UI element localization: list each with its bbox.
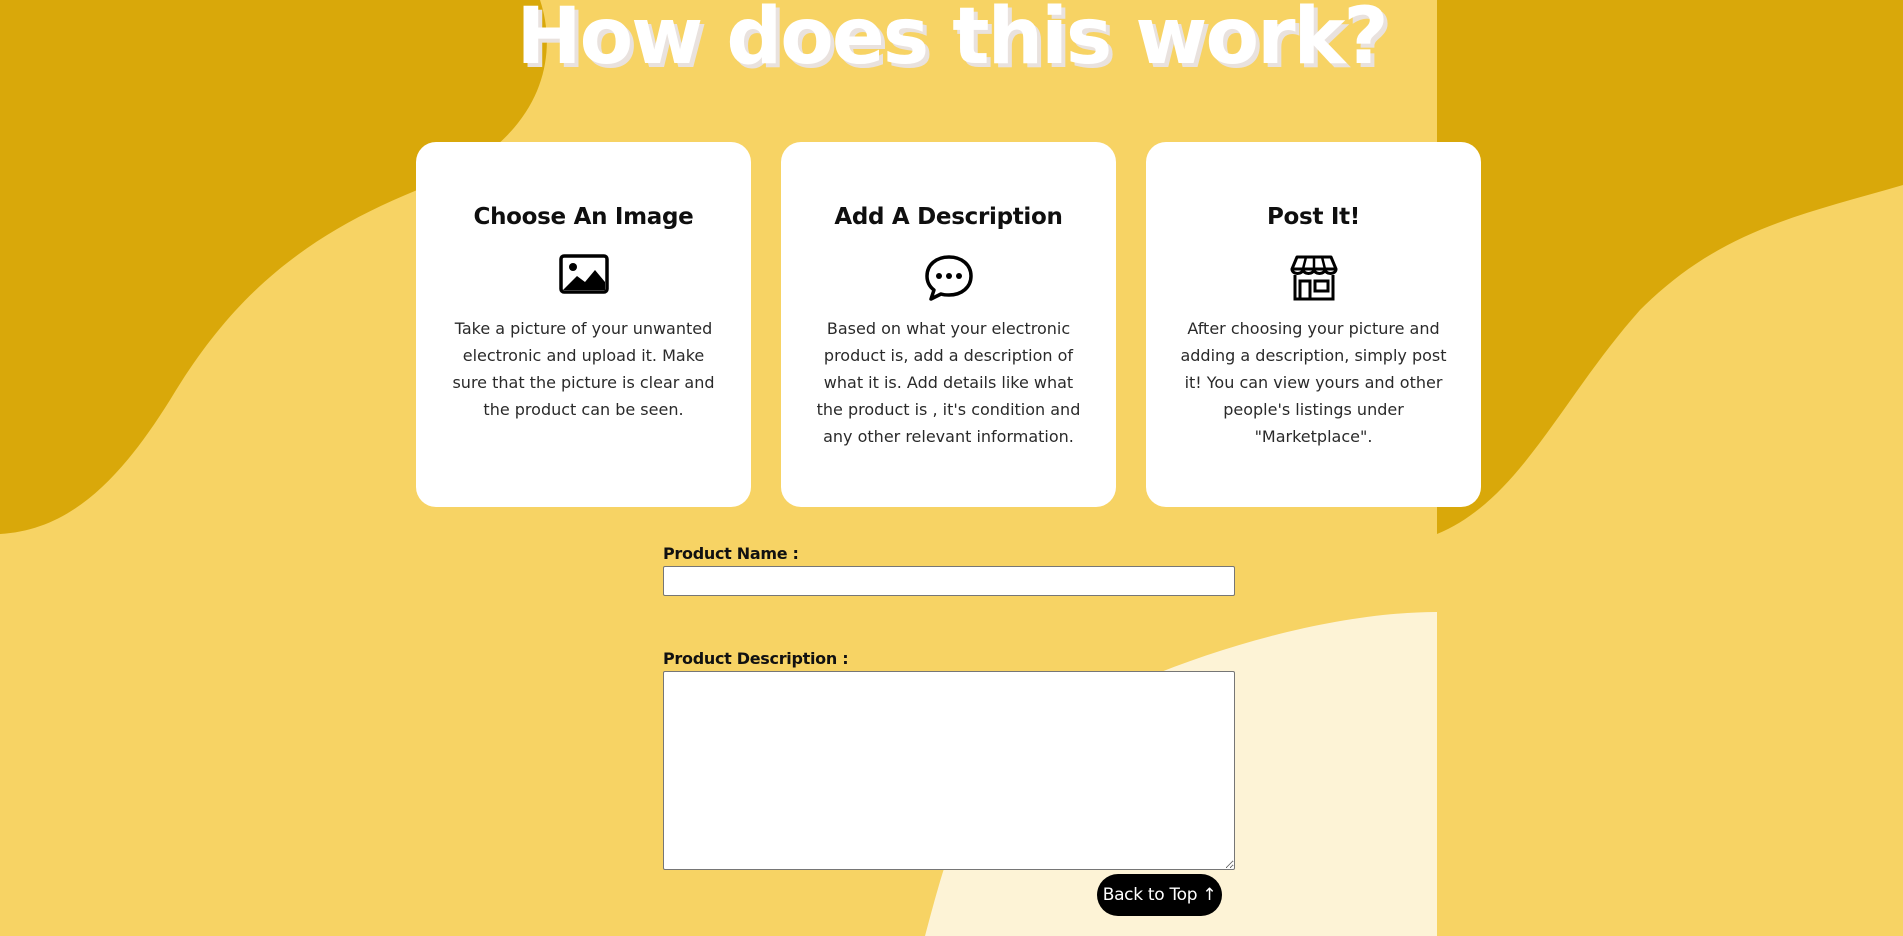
step-title: Post It! [1267, 204, 1360, 230]
product-form: Product Name : Product Description : [663, 542, 1235, 870]
image-icon [446, 254, 721, 302]
right-side-panel [1437, 534, 1903, 936]
step-card-add-description: Add A Description Based on what your ele… [781, 142, 1116, 507]
step-title: Add A Description [834, 204, 1063, 230]
step-description: After choosing your picture and adding a… [1180, 319, 1447, 446]
back-to-top-button[interactable]: Back to Top ↑ [1097, 874, 1222, 916]
storefront-icon [1176, 254, 1451, 302]
page-title: How does this work? [516, 0, 1388, 82]
step-card-choose-image: Choose An Image Take a picture of your u… [416, 142, 751, 507]
product-description-label: Product Description : [663, 649, 849, 668]
step-card-post-it: Post It! After choosing your picture and… [1146, 142, 1481, 507]
chat-bubble-icon [811, 254, 1086, 302]
step-title: Choose An Image [473, 204, 694, 230]
product-name-input[interactable] [663, 566, 1235, 596]
step-description: Take a picture of your unwanted electron… [452, 319, 715, 419]
step-description: Based on what your electronic product is… [816, 319, 1081, 446]
product-description-textarea[interactable] [663, 671, 1235, 870]
product-name-label: Product Name : [663, 544, 799, 563]
